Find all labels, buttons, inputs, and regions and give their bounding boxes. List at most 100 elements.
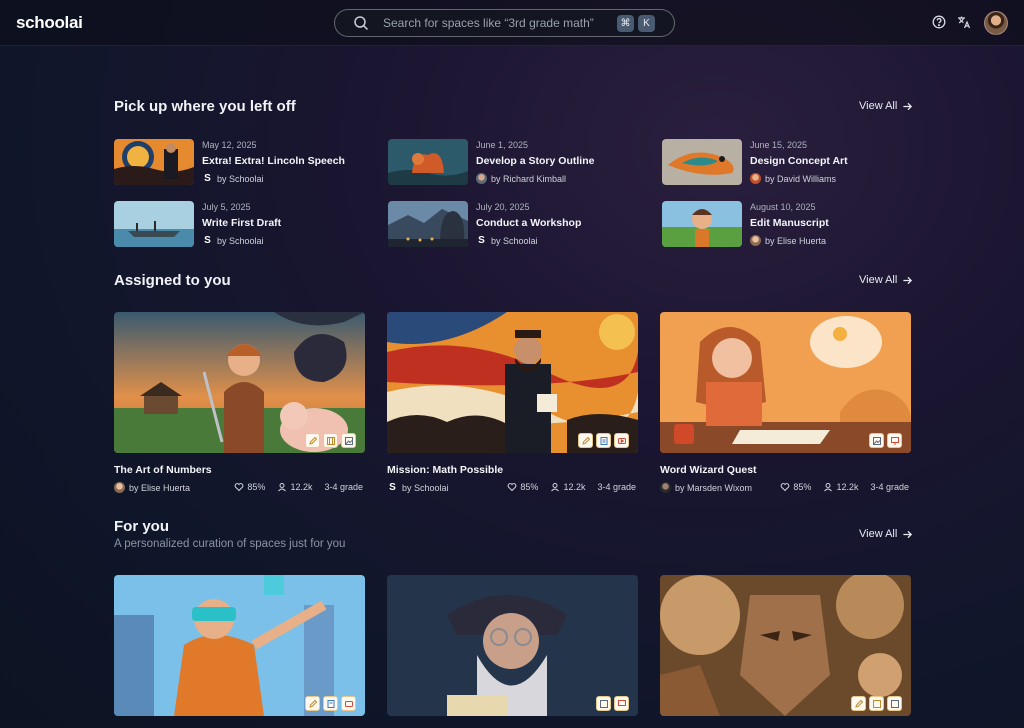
space-card-badges xyxy=(869,433,902,448)
recent-item[interactable]: May 12, 2025 Extra! Extra! Lincoln Speec… xyxy=(114,139,354,187)
author-name: by Marsden Wixom xyxy=(675,482,753,493)
space-card-badges xyxy=(305,433,356,448)
rating-stat: 85% xyxy=(780,482,811,492)
shortcut-cmd-key: ⌘ xyxy=(617,15,634,32)
recent-item[interactable]: August 10, 2025 Edit Manuscript by Elise… xyxy=(662,201,902,249)
recent-thumbnail xyxy=(388,201,468,247)
grade-stat: 3-4 grade xyxy=(324,482,363,492)
search-input[interactable]: Search for spaces like “3rd grade math” xyxy=(383,16,594,30)
recent-title: Edit Manuscript xyxy=(750,217,829,229)
presentation-icon xyxy=(887,433,902,448)
recent-author: S by Schoolai xyxy=(202,235,264,246)
arrow-right-icon xyxy=(903,276,913,284)
heart-icon xyxy=(235,483,244,492)
recent-author: by Elise Huerta xyxy=(750,235,826,246)
recent-title: Extra! Extra! Lincoln Speech xyxy=(202,155,345,167)
space-card-image xyxy=(387,312,638,453)
recent-item[interactable]: July 20, 2025 Conduct a Workshop S by Sc… xyxy=(388,201,628,249)
film-icon xyxy=(869,696,884,711)
recent-thumbnail xyxy=(662,139,742,185)
recent-thumbnail xyxy=(388,139,468,185)
space-card-title: Mission: Math Possible xyxy=(387,464,504,476)
image-icon xyxy=(341,433,356,448)
author-name: by Schoolai xyxy=(402,482,449,493)
view-all-label: View All xyxy=(859,274,898,286)
rating-stat: 85% xyxy=(234,482,265,492)
presentation-icon xyxy=(614,696,629,711)
pencil-icon xyxy=(851,696,866,711)
view-all-assigned[interactable]: View All xyxy=(859,274,913,286)
shortcut-k-key: K xyxy=(638,15,655,32)
heart-icon xyxy=(781,483,790,492)
section-subtitle-for-you: A personalized curation of spaces just f… xyxy=(114,538,346,550)
space-card-image xyxy=(114,312,365,453)
film-icon xyxy=(323,433,338,448)
space-card[interactable] xyxy=(387,575,638,716)
author-name: by Schoolai xyxy=(217,173,264,184)
author-avatar xyxy=(660,482,671,493)
video-icon xyxy=(614,433,629,448)
author-name: by Elise Huerta xyxy=(765,235,827,246)
author-name: by Schoolai xyxy=(491,235,538,246)
user-icon xyxy=(278,483,287,492)
users-stat: 12.2k xyxy=(823,482,858,492)
schoolai-logo-icon: S xyxy=(389,482,396,493)
schoolai-logo-icon: S xyxy=(478,235,485,246)
recent-item[interactable]: June 15, 2025 Design Concept Art by Davi… xyxy=(662,139,902,187)
help-icon[interactable] xyxy=(931,14,947,30)
image-icon xyxy=(596,696,611,711)
recent-thumbnail xyxy=(114,139,194,185)
author-name: by Richard Kimball xyxy=(491,173,567,184)
space-card-title: Word Wizard Quest xyxy=(660,464,757,476)
section-title-assigned: Assigned to you xyxy=(114,272,231,289)
author-name: by Schoolai xyxy=(217,235,264,246)
translate-icon[interactable] xyxy=(956,14,972,30)
video-icon xyxy=(341,696,356,711)
space-card[interactable] xyxy=(660,575,911,716)
search-icon xyxy=(354,16,369,31)
arrow-right-icon xyxy=(903,102,913,110)
grade-stat: 3-4 grade xyxy=(870,482,909,492)
recent-title: Design Concept Art xyxy=(750,155,848,167)
arrow-right-icon xyxy=(903,530,913,538)
recent-author: S by Schoolai xyxy=(476,235,538,246)
recent-date: July 20, 2025 xyxy=(476,202,530,212)
users-stat: 12.2k xyxy=(277,482,312,492)
space-card-badges xyxy=(851,696,902,711)
recent-item[interactable]: June 1, 2025 Develop a Story Outline by … xyxy=(388,139,628,187)
pencil-icon xyxy=(578,433,593,448)
space-card-badges xyxy=(305,696,356,711)
recent-thumbnail xyxy=(114,201,194,247)
recent-date: August 10, 2025 xyxy=(750,202,816,212)
recent-date: June 15, 2025 xyxy=(750,140,808,150)
recent-author: by David Williams xyxy=(750,173,836,184)
pencil-icon xyxy=(305,696,320,711)
space-card[interactable] xyxy=(114,575,365,716)
recent-title: Conduct a Workshop xyxy=(476,217,582,229)
rating-stat: 85% xyxy=(507,482,538,492)
recent-thumbnail xyxy=(662,201,742,247)
author-avatar xyxy=(750,173,761,184)
recent-author: S by Schoolai xyxy=(202,173,264,184)
user-avatar[interactable] xyxy=(984,11,1008,35)
space-card-badges xyxy=(578,433,629,448)
view-all-recent[interactable]: View All xyxy=(859,100,913,112)
search-bar[interactable]: Search for spaces like “3rd grade math” … xyxy=(334,9,675,37)
author-name: by David Williams xyxy=(765,173,837,184)
user-icon xyxy=(824,483,833,492)
recent-title: Write First Draft xyxy=(202,217,282,229)
recent-item[interactable]: July 5, 2025 Write First Draft S by Scho… xyxy=(114,201,354,249)
image-icon xyxy=(887,696,902,711)
schoolai-logo-icon: S xyxy=(204,235,211,246)
space-card-badges xyxy=(596,696,629,711)
author-avatar xyxy=(750,235,761,246)
recent-title: Develop a Story Outline xyxy=(476,155,595,167)
recent-author: by Richard Kimball xyxy=(476,173,566,184)
section-title-recent: Pick up where you left off xyxy=(114,98,296,115)
app-logo[interactable]: schoolai xyxy=(16,13,83,33)
image-icon xyxy=(869,433,884,448)
heart-icon xyxy=(508,483,517,492)
view-all-for-you[interactable]: View All xyxy=(859,528,913,540)
grade-stat: 3-4 grade xyxy=(597,482,636,492)
recent-date: May 12, 2025 xyxy=(202,140,257,150)
